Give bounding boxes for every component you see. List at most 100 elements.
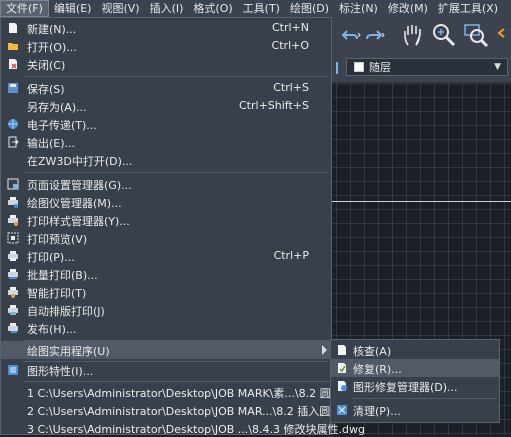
menu-file[interactable]: 文件(F) — [0, 0, 49, 17]
globe-icon — [7, 118, 19, 130]
menu-item-label: 页面设置管理器(G)... — [27, 179, 132, 192]
menu-extension-tools[interactable]: 扩展工具(X) — [433, 0, 503, 17]
properties-icon — [7, 364, 19, 376]
redo-icon[interactable] — [364, 25, 386, 45]
menu-separator — [23, 381, 329, 382]
menu-item-label: 图形特性(I)... — [27, 365, 94, 378]
recovery-manager-icon — [336, 380, 348, 392]
menu-item-open-in-zw3d[interactable]: 在ZW3D中打开(D)... — [1, 151, 331, 169]
submenu-item-label: 修复(R)... — [353, 363, 402, 376]
menu-item-label: 输出(E)... — [27, 137, 76, 150]
submenu-item-audit[interactable]: 核查(A) — [331, 341, 499, 359]
menu-item-plot-preview[interactable]: 打印预览(V) — [1, 229, 331, 247]
menu-item-export[interactable]: 输出(E)... — [1, 133, 331, 151]
file-menu: 新建(N)... Ctrl+N 打开(O)... Ctrl+O 关闭(C) 保存… — [0, 17, 368, 437]
menu-item-shortcut: Ctrl+S — [273, 81, 309, 94]
recent-file-label: 2 C:\Users\Administrator\Desktop\JOB MAR… — [27, 405, 368, 418]
menu-insert[interactable]: 插入(I) — [145, 0, 189, 17]
menu-draw[interactable]: 绘图(D) — [285, 0, 334, 17]
menu-item-open[interactable]: 打开(O)... Ctrl+O — [1, 37, 331, 55]
auto-layout-printer-icon — [7, 304, 19, 316]
menu-item-auto-layout-plot[interactable]: 自动排版打印(J) — [1, 301, 331, 319]
menu-dimension[interactable]: 标注(N) — [334, 0, 383, 17]
drawing-utilities-submenu: 核查(A) 修复(R)... 图形修复管理器(D)... 清理(P)... — [330, 339, 500, 423]
menu-item-batch-plot[interactable]: 批量打印(B)... — [1, 265, 331, 283]
plotter-icon — [7, 196, 19, 208]
menu-item-shortcut: Ctrl+N — [271, 21, 309, 34]
submenu-separator — [351, 398, 497, 399]
menu-item-plot[interactable]: 打印(P)... Ctrl+P — [1, 247, 331, 265]
smart-printer-icon — [7, 286, 19, 298]
menu-item-drawing-properties[interactable]: 图形特性(I)... — [1, 361, 331, 379]
linetype-combo[interactable]: 随层 ▼ — [346, 58, 508, 76]
new-file-icon — [7, 22, 19, 34]
menu-item-label: 打印预览(V) — [27, 233, 88, 246]
menu-item-shortcut: Ctrl+P — [273, 249, 309, 262]
menu-bar: 文件(F) 编辑(E) 视图(V) 插入(I) 格式(O) 工具(T) 绘图(D… — [0, 0, 511, 17]
menu-item-drawing-utilities[interactable]: 绘图实用程序(U) — [1, 341, 331, 359]
menu-item-page-setup[interactable]: 页面设置管理器(G)... — [1, 175, 331, 193]
menu-separator — [23, 76, 329, 77]
menu-view[interactable]: 视图(V) — [96, 0, 144, 17]
menu-item-save-as[interactable]: 另存为(A)... Ctrl+Shift+S — [1, 97, 331, 115]
batch-printer-icon — [7, 268, 19, 280]
menu-item-label: 打印样式管理器(Y)... — [27, 215, 130, 228]
audit-icon — [336, 344, 348, 356]
menu-item-label: 另存为(A)... — [27, 101, 87, 114]
menu-separator — [23, 172, 329, 173]
menu-item-publish[interactable]: 发布(H)... — [1, 319, 331, 337]
save-icon — [7, 82, 19, 94]
menu-item-label: 批量打印(B)... — [27, 269, 98, 282]
zoom-realtime-icon[interactable] — [430, 21, 458, 49]
color-swatch-icon — [354, 62, 364, 72]
undo-icon[interactable] — [340, 25, 362, 45]
menu-tools[interactable]: 工具(T) — [238, 0, 285, 17]
submenu-item-purge[interactable]: 清理(P)... — [331, 401, 499, 419]
submenu-item-recover[interactable]: 修复(R)... — [331, 359, 499, 377]
toolbar-grip-icon — [332, 60, 342, 76]
zoom-previous-icon[interactable] — [494, 23, 511, 47]
menu-item-smart-plot[interactable]: 智能打印(T) — [1, 283, 331, 301]
menu-item-plot-style-manager[interactable]: 打印样式管理器(Y)... — [1, 211, 331, 229]
menu-item-label: 绘图实用程序(U) — [27, 345, 110, 358]
linetype-combo-value: 随层 — [369, 61, 391, 74]
menu-format[interactable]: 格式(O) — [188, 0, 237, 17]
menu-item-new[interactable]: 新建(N)... Ctrl+N — [1, 19, 331, 37]
menu-edit[interactable]: 编辑(E) — [49, 0, 97, 17]
pan-hand-icon[interactable] — [400, 21, 426, 49]
export-icon — [7, 136, 19, 148]
plot-style-icon — [7, 214, 19, 226]
menu-item-label: 关闭(C) — [27, 59, 66, 72]
menu-item-label: 在ZW3D中打开(D)... — [27, 155, 133, 168]
menu-modify[interactable]: 修改(M) — [383, 0, 433, 17]
submenu-arrow-icon — [322, 345, 327, 355]
chevron-down-icon[interactable]: ▼ — [494, 62, 501, 72]
publish-icon — [7, 322, 19, 334]
recent-file-item[interactable]: 3 C:\Users\Administrator\Desktop\JOB ...… — [1, 419, 365, 437]
menu-item-label: 电子传递(T)... — [27, 119, 97, 132]
recent-file-label: 1 C:\Users\Administrator\Desktop\JOB MAR… — [27, 387, 369, 400]
menu-item-shortcut: Ctrl+Shift+S — [239, 99, 309, 112]
open-folder-icon — [7, 40, 19, 52]
menu-item-plotter-manager[interactable]: 绘图仪管理器(M)... — [1, 193, 331, 211]
submenu-item-label: 图形修复管理器(D)... — [353, 381, 458, 394]
printer-icon — [7, 250, 19, 262]
menu-item-label: 打印(P)... — [27, 251, 75, 264]
menu-item-label: 发布(H)... — [27, 323, 77, 336]
menu-item-label: 保存(S) — [27, 83, 65, 96]
menu-item-label: 打开(O)... — [27, 41, 77, 54]
menu-item-label: 新建(N)... — [27, 23, 77, 36]
close-file-icon — [7, 58, 19, 70]
zoom-window-icon[interactable] — [462, 21, 490, 49]
purge-icon — [336, 404, 348, 416]
recent-file-item[interactable]: 2 C:\Users\Administrator\Desktop\JOB MAR… — [1, 401, 368, 419]
menu-item-save[interactable]: 保存(S) Ctrl+S — [1, 79, 331, 97]
menu-item-close[interactable]: 关闭(C) — [1, 55, 331, 73]
submenu-item-drawing-recovery-manager[interactable]: 图形修复管理器(D)... — [331, 377, 499, 395]
menu-item-shortcut: Ctrl+O — [271, 39, 309, 52]
submenu-item-label: 清理(P)... — [353, 405, 401, 418]
recover-icon — [336, 362, 348, 374]
recent-file-item[interactable]: 1 C:\Users\Administrator\Desktop\JOB MAR… — [1, 383, 368, 401]
menu-item-label: 绘图仪管理器(M)... — [27, 197, 122, 210]
menu-item-etransmit[interactable]: 电子传递(T)... — [1, 115, 331, 133]
